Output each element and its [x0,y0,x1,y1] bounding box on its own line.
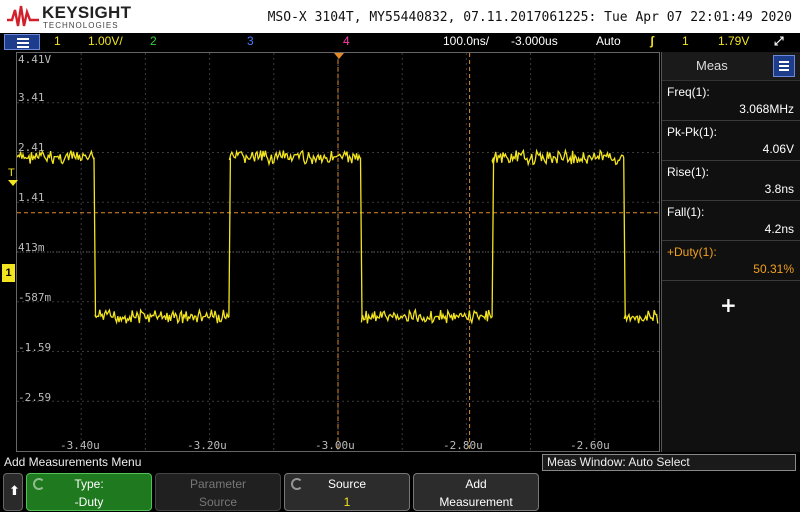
softkey-value: Source [198,495,238,509]
y-label: -2.59 [18,391,52,404]
ch4-label[interactable]: 4 [343,34,350,48]
measurement-value: 4.2ns [764,222,794,236]
y-label: 1.41 [18,191,45,204]
x-label: -3.00u [315,439,355,452]
softkey-value: -Duty [74,495,104,509]
waveform-plot [17,53,659,451]
parameter-softkey[interactable]: Parameter Source [155,473,281,511]
menu-icon-line [779,61,789,63]
waveform-display[interactable] [16,52,660,452]
ch3-label[interactable]: 3 [247,34,254,48]
brand-subtitle: TECHNOLOGIES [43,21,119,30]
horizontal-delay[interactable]: -3.000us [511,34,558,48]
y-label: 413m [18,241,45,254]
softkey-label: Parameter [189,477,247,491]
measurement-row[interactable]: Pk-Pk(1): 4.06V [662,122,800,161]
softkey-label: Add [465,477,487,491]
header-bar: KEYSIGHT TECHNOLOGIES MSO-X 3104T, MY554… [0,0,800,33]
measurements-menu-icon[interactable] [773,55,795,77]
status-bar: 1 1.00V/ 2 3 4 100.0ns/ -3.000us Auto ʃ … [0,33,800,51]
softkey-bar: Add Measurements Menu Meas Window: Auto … [0,452,800,512]
trigger-level-marker[interactable]: T [8,167,15,179]
keysight-logo: KEYSIGHT TECHNOLOGIES [6,2,136,30]
x-label: -2.60u [570,439,610,452]
measurement-row[interactable]: Fall(1): 4.2ns [662,202,800,241]
scope-info: MSO-X 3104T, MY55440832, 07.11.201706122… [267,10,792,25]
collapse-arrows-icon[interactable]: ⤢ [774,34,784,49]
back-button[interactable]: ⬆ [3,473,23,511]
y-label: -587m [18,291,52,304]
timebase[interactable]: 100.0ns/ [443,34,489,48]
measurement-row[interactable]: Freq(1): 3.068MHz [662,82,800,121]
menu-icon-line [779,65,789,67]
measurement-label: Fall(1): [667,205,705,219]
trigger-level-arrow-icon [8,180,18,186]
y-label: 4.41V [18,53,52,66]
measurement-value: 3.068MHz [739,102,794,116]
softkey-label: Source [327,477,367,491]
keysight-wave-icon [7,5,39,27]
trigger-mode[interactable]: Auto [596,34,621,48]
measurements-title: Meas [696,58,728,73]
ch2-label[interactable]: 2 [150,34,157,48]
measurement-label: Pk-Pk(1): [667,125,718,139]
ch1-ground-marker[interactable]: 1 [2,264,15,282]
source-softkey[interactable]: Source 1 [284,473,410,511]
main-menu-button[interactable] [4,34,40,50]
menu-icon-line [17,46,29,48]
measurements-panel: Meas Freq(1): 3.068MHz Pk-Pk(1): 4.06V R… [661,52,800,452]
measurements-header: Meas [662,52,800,81]
measurement-row[interactable]: +Duty(1): 50.31% [662,242,800,281]
measurement-label: Rise(1): [667,165,710,179]
menu-icon-line [779,69,789,71]
trigger-level[interactable]: 1.79V [718,34,749,48]
x-label: -3.40u [60,439,100,452]
type-softkey[interactable]: Type: -Duty [26,473,152,511]
up-arrow-icon: ⬆ [9,484,20,499]
x-label: -3.20u [187,439,227,452]
y-label: 2.41 [18,141,45,154]
trigger-source[interactable]: 1 [682,34,689,48]
y-label: 3.41 [18,91,45,104]
softkey-value: Measurement [439,495,513,509]
measurement-row[interactable]: Rise(1): 3.8ns [662,162,800,201]
measurement-value: 50.31% [753,262,794,276]
brand-name: KEYSIGHT [42,3,132,22]
measurement-value: 3.8ns [764,182,794,196]
measurement-label: +Duty(1): [667,245,717,259]
y-label: -1.59 [18,341,52,354]
trigger-position-marker [334,53,344,59]
x-label: -2.80u [443,439,483,452]
softkey-value: 1 [343,495,351,509]
measurement-label: Freq(1): [667,85,710,99]
menu-icon-line [17,42,29,44]
ch1-label[interactable]: 1 [54,34,61,48]
softkey-label: Type: [74,477,104,491]
add-measurement-softkey[interactable]: Add Measurement [413,473,539,511]
ch1-scale[interactable]: 1.00V/ [88,34,123,48]
menu-title: Add Measurements Menu [4,455,142,469]
measurement-value: 4.06V [762,142,794,156]
meas-window-status: Meas Window: Auto Select [542,454,796,471]
trigger-edge-icon: ʃ [650,34,654,48]
menu-icon [17,38,29,40]
ch1-trace [17,148,659,325]
add-measurement-icon[interactable]: + [720,293,737,317]
